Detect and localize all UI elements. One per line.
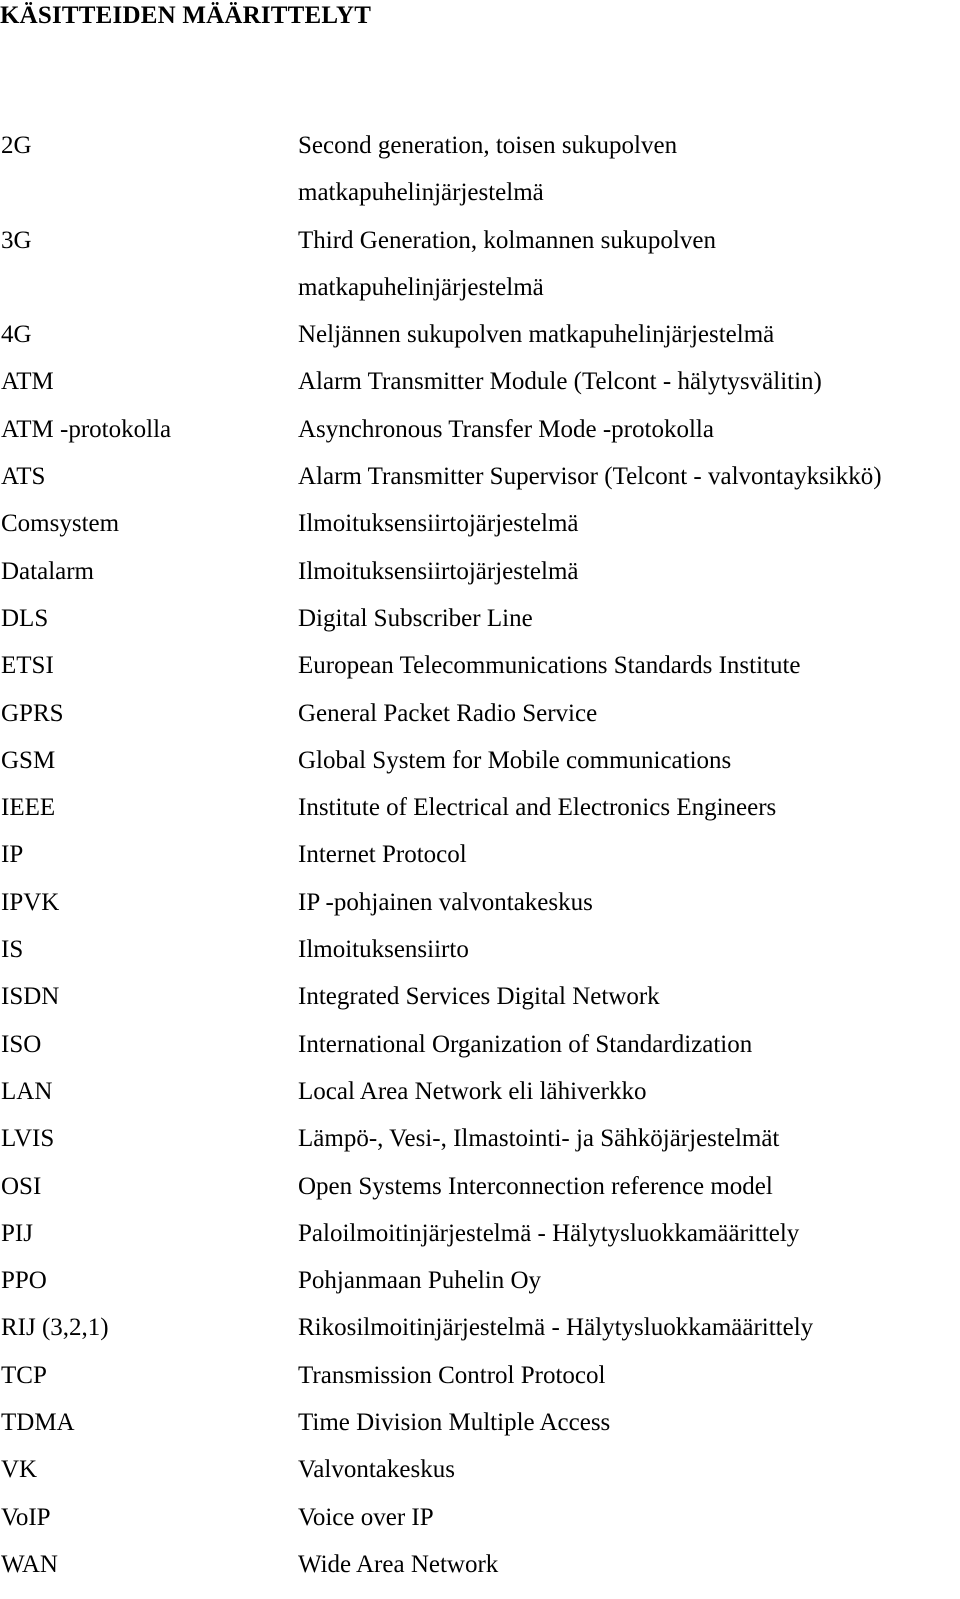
term-abbreviation: IS [1, 936, 24, 964]
term-definition-line: Lämpö-, Vesi-, Ilmastointi- ja Sähköjärj… [298, 1125, 780, 1153]
term-abbreviation: WAN [1, 1550, 58, 1578]
term-abbreviation: 2G [1, 132, 32, 159]
term-definition-line: Time Division Multiple Access [298, 1409, 611, 1437]
term-abbreviation: ETSI [1, 652, 54, 680]
term-definition-line: IP -pohjainen valvontakeskus [298, 888, 593, 916]
term-abbreviation: VK [1, 1456, 38, 1484]
term-definition-line: Global System for Mobile communications [298, 746, 732, 774]
definition-row: ISO International Organization of Standar… [0, 1021, 960, 1068]
term-abbreviation: ISDN [1, 983, 60, 1011]
term-abbreviation: IEEE [1, 794, 56, 822]
term-abbreviation: ATM -protokolla [1, 415, 172, 443]
definition-row: ATM -protokolla Asynchronous Transfer Mod… [0, 406, 960, 453]
term-abbreviation: TDMA [1, 1409, 75, 1437]
term-abbreviation: ISO [1, 1030, 42, 1058]
term-definition-line: Second generation, toisen sukupolven [298, 132, 678, 159]
term-abbreviation: ATS [1, 463, 46, 491]
definition-row: 3G Third Generation, kolmannen sukupolven… [0, 217, 960, 312]
term-definition-line: Local Area Network eli lähiverkko [298, 1077, 647, 1105]
term-definition-line: Integrated Services Digital Network [298, 983, 660, 1011]
definition-row: IP Internet Protocol [0, 831, 960, 878]
term-definition-line: Neljännen sukupolven matkapuhelinjärjest… [298, 321, 775, 349]
definition-row: LAN Local Area Network eli lähiverkko [0, 1068, 960, 1115]
term-definition-line: Alarm Transmitter Supervisor (Telcont - … [298, 463, 882, 491]
term-definition-line: Paloilmoitinjärjestelmä - Hälytysluokkam… [298, 1219, 800, 1247]
definition-row: TDMA Time Division Multiple Access [0, 1399, 960, 1446]
term-definition-line: matkapuhelinjärjestelmä [298, 179, 544, 207]
definition-row: Datalarm Ilmoituksensiirtojärjestelmä [0, 548, 960, 595]
term-definition-line: European Telecommunications Standards In… [298, 652, 801, 680]
term-definition-line: Institute of Electrical and Electronics … [298, 794, 777, 822]
definition-row: Comsystem Ilmoituksensiirtojärjestelmä [0, 500, 960, 547]
term-definition-line: Asynchronous Transfer Mode -protokolla [298, 415, 714, 443]
definition-row: WAN Wide Area Network [0, 1541, 960, 1588]
term-definition-line: Third Generation, kolmannen sukupolven [298, 226, 716, 254]
definition-row: 4G Neljännen sukupolven matkapuhelinjärje… [0, 311, 960, 358]
term-definition-line: Ilmoituksensiirtojärjestelmä [298, 510, 579, 538]
definition-row: LVIS Lämpö-, Vesi-, Ilmastointi- ja Sähkö… [0, 1115, 960, 1162]
definition-row: ATM Alarm Transmitter Module (Telcont - h… [0, 358, 960, 405]
term-definition-line: Valvontakeskus [298, 1456, 455, 1484]
definition-row: VoIP Voice over IP [0, 1494, 960, 1541]
page-title: KÄSITTEIDEN MÄÄRITTELYT [0, 2, 372, 29]
term-definition-line: Wide Area Network [298, 1550, 499, 1578]
definition-row: IEEE Institute of Electrical and Electron… [0, 784, 960, 831]
term-abbreviation: IPVK [1, 888, 60, 916]
definition-row: GSM Global System for Mobile communicatio… [0, 737, 960, 784]
term-abbreviation: GPRS [1, 699, 64, 727]
definition-row: DLS Digital Subscriber Line [0, 595, 960, 642]
definition-row: GPRS General Packet Radio Service [0, 690, 960, 737]
term-definition-line: Voice over IP [298, 1503, 434, 1531]
term-definition-line: Transmission Control Protocol [298, 1361, 606, 1389]
definition-row: TCP Transmission Control Protocol [0, 1352, 960, 1399]
term-abbreviation: OSI [1, 1172, 42, 1200]
term-abbreviation: PIJ [1, 1219, 33, 1247]
term-abbreviation: VoIP [1, 1503, 51, 1531]
definition-row: 2G Second generation, toisen sukupolven ma… [0, 122, 960, 217]
term-definition-line: Internet Protocol [298, 841, 467, 869]
term-abbreviation: 4G [1, 321, 32, 349]
definition-row: IS Ilmoituksensiirto [0, 926, 960, 973]
term-definition-line: Alarm Transmitter Module (Telcont - häly… [298, 368, 822, 396]
term-definition-line: Pohjanmaan Puhelin Oy [298, 1267, 542, 1295]
term-abbreviation: Datalarm [1, 557, 95, 585]
term-definition-line: Rikosilmoitinjärjestelmä - Hälytysluokka… [298, 1314, 814, 1342]
term-abbreviation: 3G [1, 226, 32, 254]
term-abbreviation: TCP [1, 1361, 47, 1389]
term-abbreviation: LAN [1, 1077, 53, 1105]
term-definition-line: matkapuhelinjärjestelmä [298, 273, 544, 301]
term-definition-line: General Packet Radio Service [298, 699, 598, 727]
definition-row: RIJ (3,2,1) Rikosilmoitinjärjestelmä - Hä… [0, 1304, 960, 1351]
definition-row: IPVK IP -pohjainen valvontakeskus [0, 879, 960, 926]
term-abbreviation: ATM [1, 368, 54, 396]
definition-row: ETSI European Telecommunications Standard… [0, 642, 960, 689]
term-definition-line: Ilmoituksensiirto [298, 936, 469, 964]
definition-row: PPO Pohjanmaan Puhelin Oy [0, 1257, 960, 1304]
term-abbreviation: PPO [1, 1267, 47, 1295]
term-definition-line: Digital Subscriber Line [298, 604, 533, 632]
definition-row: VK Valvontakeskus [0, 1446, 960, 1493]
definition-row: ISDN Integrated Services Digital Network [0, 973, 960, 1020]
definition-row: PIJ Paloilmoitinjärjestelmä - Hälytysluok… [0, 1210, 960, 1257]
term-definition-line: Open Systems Interconnection reference m… [298, 1172, 773, 1200]
term-abbreviation: Comsystem [1, 510, 120, 538]
term-definition-line: Ilmoituksensiirtojärjestelmä [298, 557, 579, 585]
definitions-list: 2G Second generation, toisen sukupolven ma… [0, 122, 960, 1588]
term-abbreviation: RIJ (3,2,1) [1, 1314, 109, 1342]
term-abbreviation: LVIS [1, 1125, 55, 1153]
definition-row: OSI Open Systems Interconnection referenc… [0, 1163, 960, 1210]
term-definition-line: International Organization of Standardiz… [298, 1030, 753, 1058]
term-abbreviation: IP [1, 841, 24, 869]
definition-row: ATS Alarm Transmitter Supervisor (Telcont… [0, 453, 960, 500]
term-abbreviation: DLS [1, 604, 49, 632]
term-abbreviation: GSM [1, 746, 56, 774]
